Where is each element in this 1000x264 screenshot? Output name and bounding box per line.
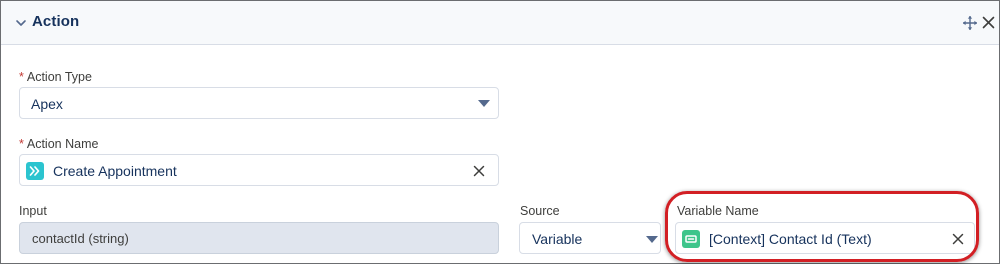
clear-selection-icon[interactable] xyxy=(952,233,964,245)
input-label: Input xyxy=(19,204,47,218)
move-icon[interactable] xyxy=(962,15,978,31)
dropdown-caret-icon xyxy=(646,236,658,243)
variable-name-label: Variable Name xyxy=(677,204,759,218)
apex-action-icon xyxy=(26,162,44,180)
action-name-value: Create Appointment xyxy=(53,163,177,179)
action-type-label: * Action Type xyxy=(19,70,92,84)
required-marker: * xyxy=(19,70,24,84)
action-type-value: Apex xyxy=(31,96,63,112)
action-type-select[interactable]: Apex xyxy=(19,87,499,119)
clear-selection-icon[interactable] xyxy=(473,165,485,177)
variable-name-value: [Context] Contact Id (Text) xyxy=(709,231,872,247)
panel-title: Action xyxy=(32,13,80,30)
text-variable-icon xyxy=(682,230,700,248)
source-select[interactable]: Variable xyxy=(519,222,661,254)
dropdown-caret-icon xyxy=(478,100,490,107)
close-icon[interactable] xyxy=(982,16,995,29)
action-type-label-text: Action Type xyxy=(26,70,92,84)
action-name-label-text: Action Name xyxy=(26,137,99,151)
required-marker: * xyxy=(19,137,24,151)
input-readonly-field: contactId (string) xyxy=(19,222,499,254)
chevron-down-icon[interactable] xyxy=(15,17,27,29)
variable-name-lookup[interactable]: [Context] Contact Id (Text) xyxy=(675,222,975,254)
action-panel: Action * Action Type Apex * Action Name Cr… xyxy=(0,0,1000,264)
panel-header: Action xyxy=(1,1,999,45)
input-value: contactId (string) xyxy=(32,231,129,246)
action-name-lookup[interactable]: Create Appointment xyxy=(19,154,499,186)
source-label: Source xyxy=(520,204,560,218)
source-value: Variable xyxy=(532,231,583,247)
action-name-label: * Action Name xyxy=(19,137,98,151)
